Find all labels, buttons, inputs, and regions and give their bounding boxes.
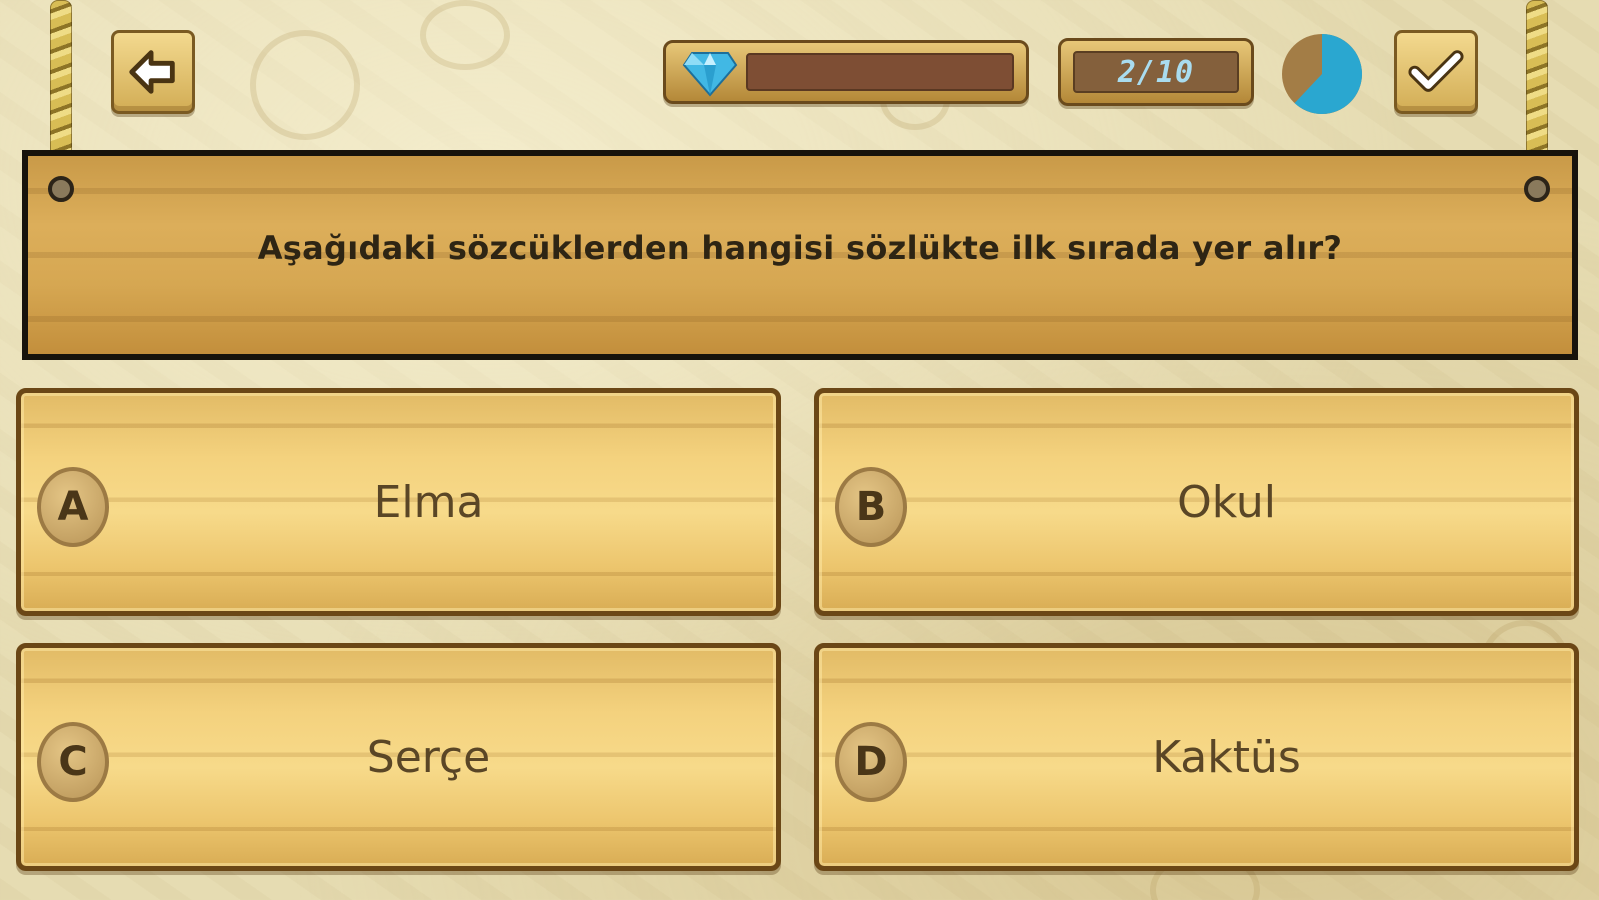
board-ring-right — [1524, 176, 1550, 202]
answer-label: Kaktüs — [1152, 731, 1301, 783]
answer-option-c[interactable]: C Serçe — [16, 643, 781, 871]
answer-letter-badge: A — [37, 467, 109, 547]
board-ring-left — [48, 176, 74, 202]
answer-option-b[interactable]: B Okul — [814, 388, 1579, 616]
answer-letter-badge: B — [835, 467, 907, 547]
progress-track — [746, 53, 1014, 91]
diamond-icon — [682, 52, 738, 97]
answer-letter-badge: C — [37, 722, 109, 802]
answer-letter-badge: D — [835, 722, 907, 802]
back-arrow-icon — [129, 50, 175, 94]
answer-label: Serçe — [366, 731, 491, 783]
background-doodle — [250, 30, 360, 140]
answer-option-d[interactable]: D Kaktüs — [814, 643, 1579, 871]
question-text: Aşağıdaki sözcüklerden hangisi sözlükte … — [257, 229, 1343, 267]
timer-pie-icon — [1282, 34, 1362, 114]
progress-bar — [663, 40, 1029, 104]
checkmark-icon — [1408, 50, 1464, 92]
answer-label: Okul — [1177, 476, 1276, 528]
confirm-button[interactable] — [1394, 30, 1478, 114]
background-doodle — [420, 0, 510, 70]
question-board: Aşağıdaki sözcüklerden hangisi sözlükte … — [22, 150, 1578, 360]
answer-option-a[interactable]: A Elma — [16, 388, 781, 616]
question-counter-text: 2/10 — [1073, 51, 1239, 93]
question-counter: 2/10 — [1058, 38, 1254, 106]
answer-label: Elma — [373, 476, 484, 528]
back-button[interactable] — [111, 30, 195, 114]
